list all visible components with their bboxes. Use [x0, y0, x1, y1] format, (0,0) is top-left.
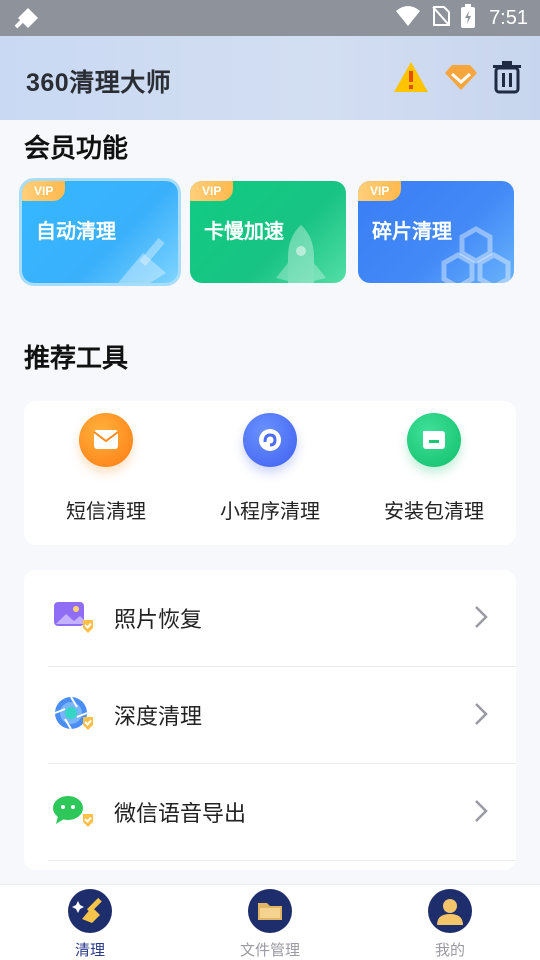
vip-badge: VIP: [358, 181, 402, 201]
battery-icon: [461, 4, 476, 32]
wechat-icon: [50, 788, 96, 834]
camera-aperture-icon: [50, 691, 96, 737]
rocket-icon: [276, 225, 326, 283]
tool-label: 短信清理: [66, 499, 146, 523]
status-bar: 7:51: [0, 0, 540, 36]
tool-mini-program-clean[interactable]: 小程序清理: [188, 413, 352, 524]
mini-program-icon: [243, 413, 297, 467]
tool-label: 小程序清理: [220, 499, 320, 523]
chevron-right-icon: [475, 703, 488, 725]
broom-icon: [118, 237, 166, 283]
tools-section-title: 推荐工具: [24, 344, 129, 374]
list-item-label: 深度清理: [114, 705, 203, 730]
tools-panel: 短信清理 小程序清理 安装包清理: [24, 401, 516, 545]
tool-package-clean[interactable]: 安装包清理: [352, 413, 516, 524]
list-item-deep-clean[interactable]: 深度清理: [24, 667, 516, 764]
tool-sms-clean[interactable]: 短信清理: [24, 413, 188, 524]
clean-icon: [68, 889, 112, 933]
folder-icon: [248, 889, 292, 933]
chevron-right-icon: [475, 800, 488, 822]
nav-tab-file-manager[interactable]: 文件管理: [180, 889, 360, 960]
list-item-wechat-voice-export[interactable]: 微信语音导出: [24, 764, 516, 861]
debug-icon: [14, 5, 42, 35]
vip-card-auto-clean[interactable]: VIP 自动清理: [22, 181, 178, 283]
vip-card-speed-up[interactable]: VIP 卡慢加速: [190, 181, 346, 283]
vip-badge: VIP: [190, 181, 234, 201]
divider: [48, 860, 516, 861]
nav-tab-label: 清理: [74, 941, 105, 959]
photo-icon: [50, 594, 96, 640]
trash-icon[interactable]: [492, 60, 522, 98]
app-header: 360清理大师: [0, 36, 540, 120]
no-sim-icon: [431, 5, 451, 31]
nav-tab-label: 我的: [434, 941, 465, 959]
status-time: 7:51: [489, 6, 528, 29]
vip-cards: VIP 自动清理 VIP 卡慢加速 VIP 碎片清理: [22, 181, 514, 283]
hexagon-icon: [441, 226, 511, 283]
vip-badge: VIP: [22, 181, 66, 201]
feature-list: 照片恢复 深度清理 微信语音导出: [24, 570, 516, 870]
vip-section-title: 会员功能: [24, 134, 129, 164]
nav-tab-label: 文件管理: [239, 941, 300, 959]
message-icon: [79, 413, 133, 467]
tool-label: 安装包清理: [384, 499, 484, 523]
chevron-right-icon: [475, 606, 488, 628]
list-item-label: 照片恢复: [114, 608, 203, 633]
bottom-navigation: 清理 文件管理 我的: [0, 884, 540, 960]
vip-card-fragment-clean[interactable]: VIP 碎片清理: [358, 181, 514, 283]
profile-icon: [428, 889, 472, 933]
wifi-icon: [395, 5, 421, 31]
list-item-photo-recovery[interactable]: 照片恢复: [24, 570, 516, 667]
list-item-label: 微信语音导出: [114, 802, 247, 827]
warning-icon[interactable]: [392, 60, 430, 98]
nav-tab-clean[interactable]: 清理: [0, 889, 180, 960]
nav-tab-profile[interactable]: 我的: [360, 889, 540, 960]
vip-diamond-icon[interactable]: [444, 62, 478, 96]
package-icon: [407, 413, 461, 467]
app-logo: 360清理大师: [26, 69, 172, 97]
